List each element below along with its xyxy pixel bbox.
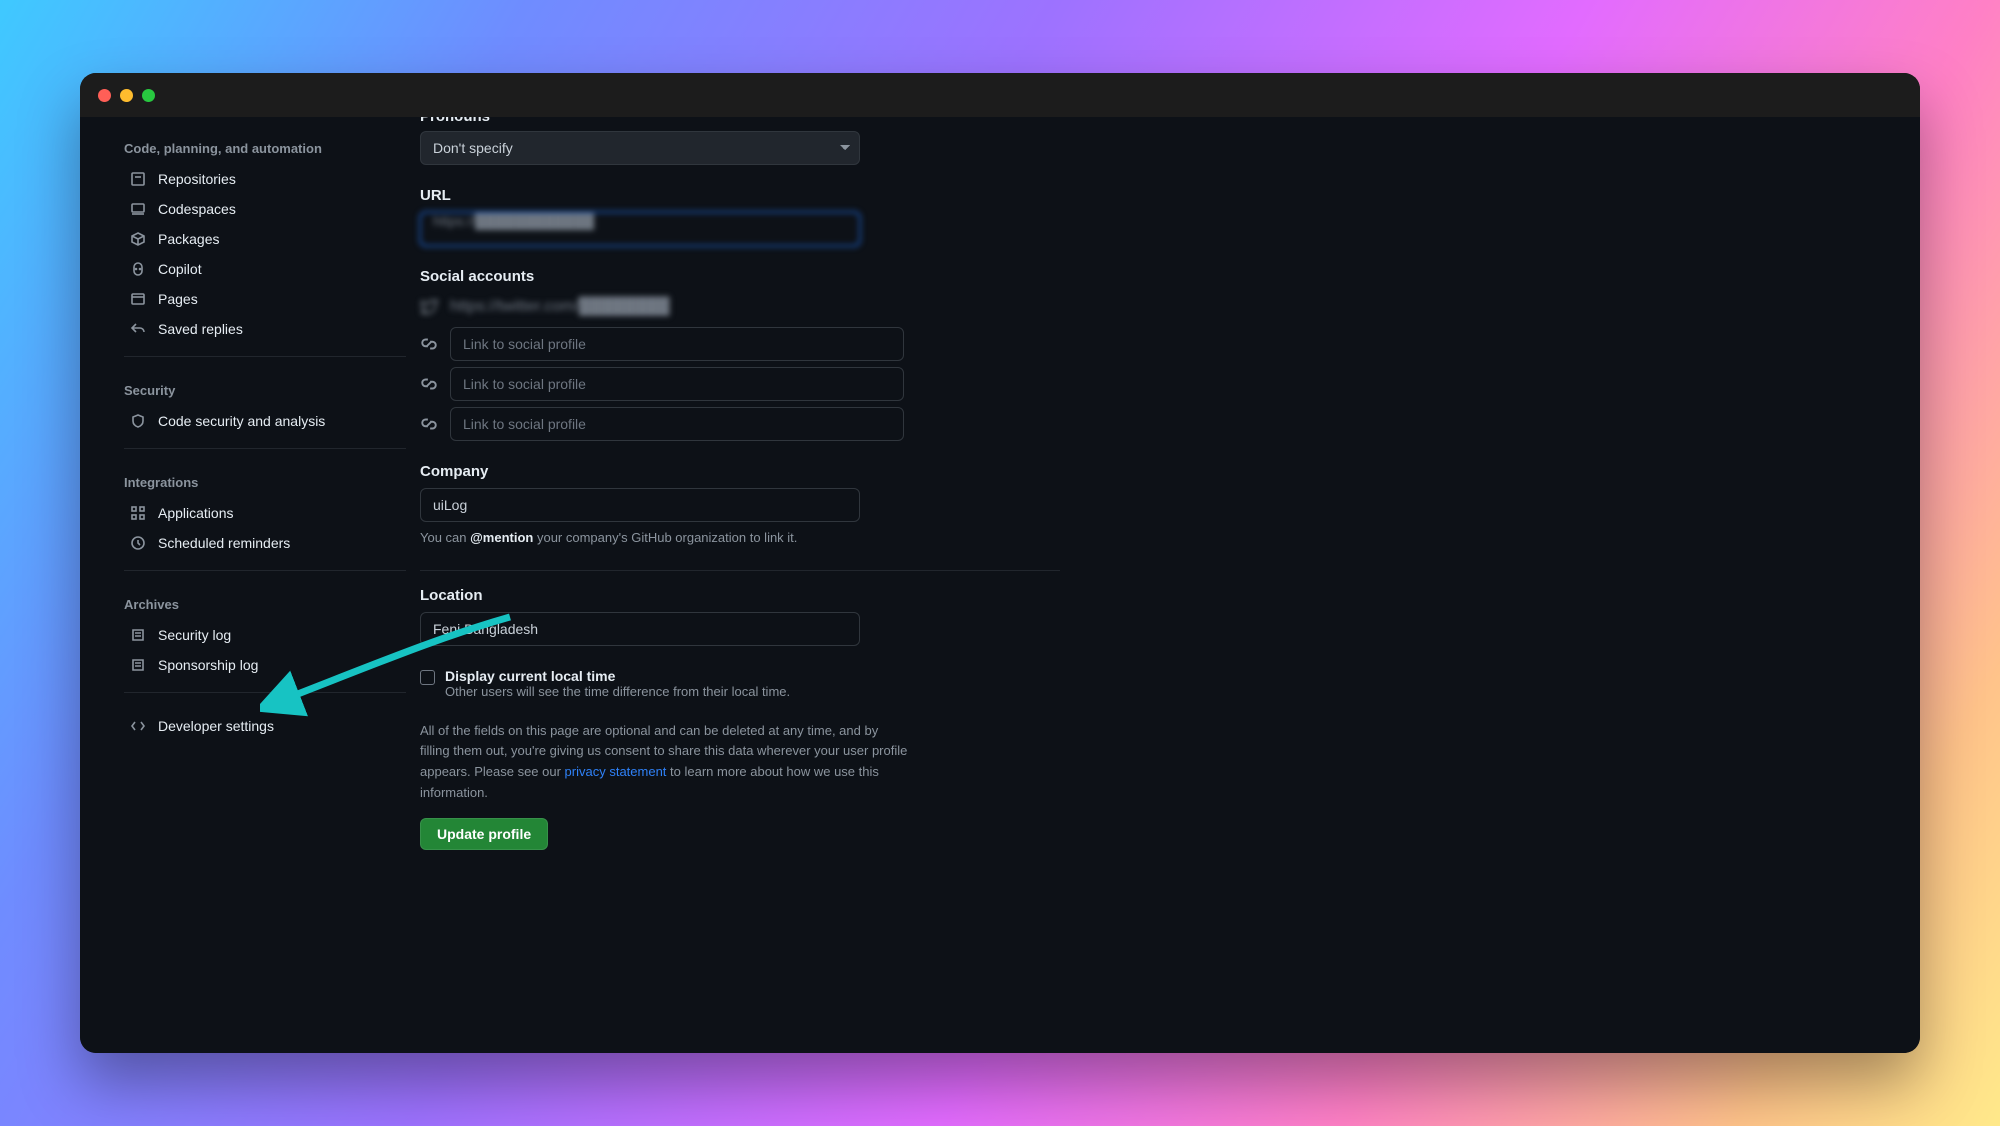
company-hint: You can @mention your company's GitHub o… [420, 528, 1060, 548]
sidebar-item-sponsorship-log[interactable]: Sponsorship log [120, 650, 410, 680]
page-viewport: Code, planning, and automation Repositor… [80, 117, 1920, 1053]
sidebar-item-applications[interactable]: Applications [120, 498, 410, 528]
settings-sidebar: Code, planning, and automation Repositor… [120, 117, 420, 850]
section-divider [124, 356, 406, 357]
pronouns-select[interactable]: Don't specify [420, 131, 860, 165]
codespaces-icon [130, 201, 146, 217]
twitter-icon [420, 298, 438, 316]
sidebar-item-label: Pages [158, 291, 198, 307]
browser-window: Code, planning, and automation Repositor… [80, 73, 1920, 1053]
sidebar-item-label: Code security and analysis [158, 413, 325, 429]
sidebar-item-label: Sponsorship log [158, 657, 258, 673]
company-input[interactable] [420, 488, 860, 522]
fine-print: All of the fields on this page are optio… [420, 721, 910, 804]
social-accounts-label: Social accounts [420, 268, 1060, 285]
section-header-archives: Archives [120, 583, 410, 620]
apps-icon [130, 505, 146, 521]
social-input-3[interactable] [450, 407, 904, 441]
social-row-twitter: https://twitter.com/████████ [420, 293, 1060, 321]
social-row-1 [420, 327, 1060, 361]
sidebar-item-saved-replies[interactable]: Saved replies [120, 314, 410, 344]
reply-icon [130, 321, 146, 337]
sidebar-item-repositories[interactable]: Repositories [120, 164, 410, 194]
update-profile-button[interactable]: Update profile [420, 818, 548, 850]
section-divider [124, 692, 406, 693]
log-icon [130, 657, 146, 673]
sidebar-item-pages[interactable]: Pages [120, 284, 410, 314]
field-divider [420, 570, 1060, 571]
clock-icon [130, 535, 146, 551]
social-input-2[interactable] [450, 367, 904, 401]
profile-form: Pronouns Don't specify URL https://█████… [420, 117, 1060, 850]
scroll-area[interactable]: Code, planning, and automation Repositor… [80, 117, 1920, 1053]
section-header-integrations: Integrations [120, 461, 410, 498]
link-icon [420, 415, 438, 433]
pronouns-label-cutoff: Pronouns [420, 117, 1060, 123]
package-icon [130, 231, 146, 247]
log-icon [130, 627, 146, 643]
social-accounts-field: Social accounts https://twitter.com/████… [420, 268, 1060, 441]
sidebar-item-code-security[interactable]: Code security and analysis [120, 406, 410, 436]
link-icon [420, 335, 438, 353]
browser-icon [130, 291, 146, 307]
local-time-field: Display current local time Other users w… [420, 668, 1060, 699]
local-time-note: Other users will see the time difference… [445, 684, 790, 699]
company-field: Company You can @mention your company's … [420, 463, 1060, 548]
location-label: Location [420, 587, 1060, 604]
sidebar-item-label: Applications [158, 505, 234, 521]
sidebar-item-developer-settings[interactable]: Developer settings [120, 711, 410, 741]
url-field: URL https://████████████ [420, 187, 1060, 246]
window-titlebar [80, 73, 1920, 117]
repo-icon [130, 171, 146, 187]
url-input[interactable]: https://████████████ [420, 212, 860, 246]
section-header-code: Code, planning, and automation [120, 127, 410, 164]
link-icon [420, 375, 438, 393]
maximize-window-icon[interactable] [142, 89, 155, 102]
sidebar-item-codespaces[interactable]: Codespaces [120, 194, 410, 224]
close-window-icon[interactable] [98, 89, 111, 102]
local-time-label: Display current local time [445, 668, 790, 684]
section-divider [124, 570, 406, 571]
pronouns-field: Don't specify [420, 131, 1060, 165]
sidebar-item-label: Packages [158, 231, 219, 247]
sidebar-item-scheduled-reminders[interactable]: Scheduled reminders [120, 528, 410, 558]
local-time-checkbox[interactable] [420, 670, 435, 685]
privacy-statement-link[interactable]: privacy statement [565, 764, 667, 779]
sidebar-item-label: Saved replies [158, 321, 243, 337]
section-header-security: Security [120, 369, 410, 406]
social-row-3 [420, 407, 1060, 441]
copilot-icon [130, 261, 146, 277]
sidebar-item-packages[interactable]: Packages [120, 224, 410, 254]
code-icon [130, 718, 146, 734]
social-row-2 [420, 367, 1060, 401]
sidebar-item-label: Copilot [158, 261, 202, 277]
sidebar-item-label: Security log [158, 627, 231, 643]
url-label: URL [420, 187, 1060, 204]
sidebar-item-label: Scheduled reminders [158, 535, 290, 551]
social-input-1[interactable] [450, 327, 904, 361]
shield-icon [130, 413, 146, 429]
section-divider [124, 448, 406, 449]
company-label: Company [420, 463, 1060, 480]
traffic-lights [98, 89, 155, 102]
sidebar-item-label: Codespaces [158, 201, 236, 217]
sidebar-item-label: Developer settings [158, 718, 274, 734]
sidebar-item-label: Repositories [158, 171, 236, 187]
sidebar-item-security-log[interactable]: Security log [120, 620, 410, 650]
location-input[interactable] [420, 612, 860, 646]
minimize-window-icon[interactable] [120, 89, 133, 102]
location-field: Location [420, 587, 1060, 646]
sidebar-item-copilot[interactable]: Copilot [120, 254, 410, 284]
